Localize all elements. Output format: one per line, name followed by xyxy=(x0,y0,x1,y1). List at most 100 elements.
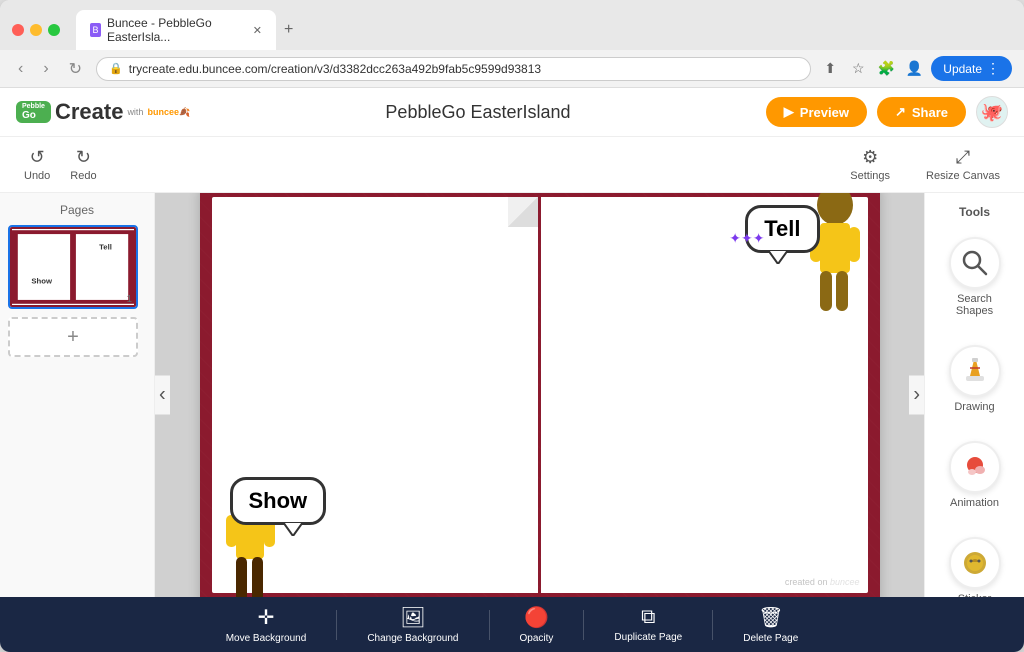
app-toolbar: ↺ Undo ↻ Redo ⚙ Settings ⤢ Resize Canvas xyxy=(0,137,1024,193)
sticker-tool[interactable]: Sticker xyxy=(935,531,1015,597)
share-label: Share xyxy=(912,105,948,120)
drawing-circle xyxy=(949,345,1001,397)
canvas-wrapper: ‹ 🎓 📌 ✏ 📐 🔬 🏫 🎨 xyxy=(155,193,924,597)
logo-with: with xyxy=(127,107,143,117)
add-page-button[interactable]: + xyxy=(8,317,138,357)
drawing-label: Drawing xyxy=(954,401,994,413)
settings-button[interactable]: ⚙ Settings xyxy=(842,143,898,186)
page-number: 1 xyxy=(126,294,132,305)
forward-button[interactable]: › xyxy=(37,58,54,80)
settings-gear-icon: ⚙ xyxy=(862,147,878,168)
new-tab-button[interactable]: + xyxy=(276,10,301,50)
sidebar-title: Pages xyxy=(8,203,146,217)
animation-icon xyxy=(960,452,990,482)
redo-button[interactable]: ↻ Redo xyxy=(62,143,104,186)
drawing-tool[interactable]: Drawing xyxy=(935,339,1015,419)
tell-bubble-tail xyxy=(768,250,788,264)
search-shapes-icon xyxy=(960,248,990,278)
update-button[interactable]: Update ⋮ xyxy=(931,56,1012,81)
logo-pebble: Pebble Go xyxy=(16,101,51,124)
canvas[interactable]: 🎓 📌 ✏ 📐 🔬 🏫 🎨 📚 ✂ 🔭 🧪 xyxy=(200,193,880,597)
search-shapes-tool[interactable]: Search Shapes xyxy=(935,231,1015,323)
opacity-tool[interactable]: 🔴 Opacity xyxy=(520,605,554,644)
right-panel: Tools Search Shapes xyxy=(924,193,1024,597)
bookmark-icon[interactable]: ☆ xyxy=(847,58,869,80)
minimize-dot[interactable] xyxy=(30,24,42,36)
created-on-watermark: created on buncee xyxy=(785,577,860,587)
lock-icon: 🔒 xyxy=(109,62,123,75)
change-background-tool[interactable]: 🖼 Change Background xyxy=(367,605,458,644)
page-thumbnail-1[interactable]: Tell Show 1 xyxy=(8,225,138,309)
browser-tabs: B Buncee - PebbleGo EasterIsla... ✕ + xyxy=(76,10,301,50)
sidebar: Pages Tell Show 1 + xyxy=(0,193,155,597)
opacity-icon: 🔴 xyxy=(524,605,549,630)
duplicate-page-icon: ⧉ xyxy=(641,606,655,629)
app-container: Pebble Go Create with buncee🍂 PebbleGo E… xyxy=(0,88,1024,652)
app-header: Pebble Go Create with buncee🍂 PebbleGo E… xyxy=(0,88,1024,137)
drawing-icon xyxy=(960,356,990,386)
sticker-circle xyxy=(949,537,1001,589)
extensions-icon[interactable]: 🧩 xyxy=(875,58,897,80)
resize-icon: ⤢ xyxy=(956,147,970,168)
logo-pebble-top: Pebble xyxy=(22,103,45,111)
user-avatar[interactable]: 🐙 xyxy=(976,96,1008,128)
toolbar-separator-2 xyxy=(489,610,490,640)
duplicate-page-tool[interactable]: ⧉ Duplicate Page xyxy=(614,606,682,643)
search-shapes-label: Search Shapes xyxy=(941,293,1009,317)
move-background-label: Move Background xyxy=(226,633,307,644)
main-content: Pages Tell Show 1 + xyxy=(0,193,1024,597)
maximize-dot[interactable] xyxy=(48,24,60,36)
change-background-label: Change Background xyxy=(367,633,458,644)
resize-canvas-button[interactable]: ⤢ Resize Canvas xyxy=(918,143,1008,186)
toolbar-separator-3 xyxy=(583,610,584,640)
share-button[interactable]: ↗ Share xyxy=(877,97,966,127)
share-arrow-icon: ↗ xyxy=(895,104,906,120)
settings-area: ⚙ Settings ⤢ Resize Canvas xyxy=(842,143,1008,186)
browser-tab[interactable]: B Buncee - PebbleGo EasterIsla... ✕ xyxy=(76,10,276,50)
preview-button[interactable]: ▶ Preview xyxy=(766,97,867,127)
share-icon[interactable]: ⬆ xyxy=(819,58,841,80)
address-bar[interactable]: 🔒 trycreate.edu.buncee.com/creation/v3/d… xyxy=(96,57,811,81)
change-background-icon: 🖼 xyxy=(400,605,425,630)
refresh-button[interactable]: ↻ xyxy=(63,57,88,81)
logo-pebble-bottom: Go xyxy=(22,110,45,121)
undo-group: ↺ Undo ↻ Redo xyxy=(16,143,105,186)
profile-icon[interactable]: 👤 xyxy=(903,58,925,80)
show-text: Show xyxy=(249,488,308,513)
page-thumb-preview: Tell Show xyxy=(10,227,136,307)
preview-play-icon: ▶ xyxy=(784,104,794,120)
toolbar-separator-1 xyxy=(336,610,337,640)
undo-label: Undo xyxy=(24,170,50,182)
browser-titlebar: B Buncee - PebbleGo EasterIsla... ✕ + xyxy=(0,0,1024,50)
toolbar-actions: ⬆ ☆ 🧩 👤 Update ⋮ xyxy=(819,56,1012,81)
redo-icon: ↻ xyxy=(76,147,91,168)
close-dot[interactable] xyxy=(12,24,24,36)
browser-dots xyxy=(12,24,60,36)
canvas-prev-button[interactable]: ‹ xyxy=(155,376,170,415)
redo-label: Redo xyxy=(70,170,96,182)
update-label: Update xyxy=(943,62,982,76)
created-on-brand: buncee xyxy=(830,577,860,587)
logo-area: Pebble Go Create with buncee🍂 xyxy=(16,99,190,125)
move-background-icon: ✛ xyxy=(258,605,275,630)
animation-tool[interactable]: Animation xyxy=(935,435,1015,515)
tab-favicon: B xyxy=(90,23,101,37)
back-button[interactable]: ‹ xyxy=(12,58,29,80)
sparkle-effect: ✦✦✦ xyxy=(729,230,764,247)
delete-page-tool[interactable]: 🗑 Delete Page xyxy=(743,605,798,644)
sticker-icon xyxy=(960,548,990,578)
move-background-tool[interactable]: ✛ Move Background xyxy=(226,605,307,644)
undo-icon: ↺ xyxy=(30,147,45,168)
add-page-icon: + xyxy=(67,326,79,349)
browser-toolbar: ‹ › ↻ 🔒 trycreate.edu.buncee.com/creatio… xyxy=(0,50,1024,88)
show-bubble-tail xyxy=(283,522,303,536)
logo-create: Create xyxy=(55,99,123,125)
tab-close-button[interactable]: ✕ xyxy=(253,24,262,37)
preview-label: Preview xyxy=(800,105,849,120)
delete-page-label: Delete Page xyxy=(743,633,798,644)
tell-text: Tell xyxy=(764,216,800,241)
canvas-next-button[interactable]: › xyxy=(909,376,924,415)
created-on-text: created on xyxy=(785,577,828,587)
search-shapes-circle xyxy=(949,237,1001,289)
undo-button[interactable]: ↺ Undo xyxy=(16,143,58,186)
